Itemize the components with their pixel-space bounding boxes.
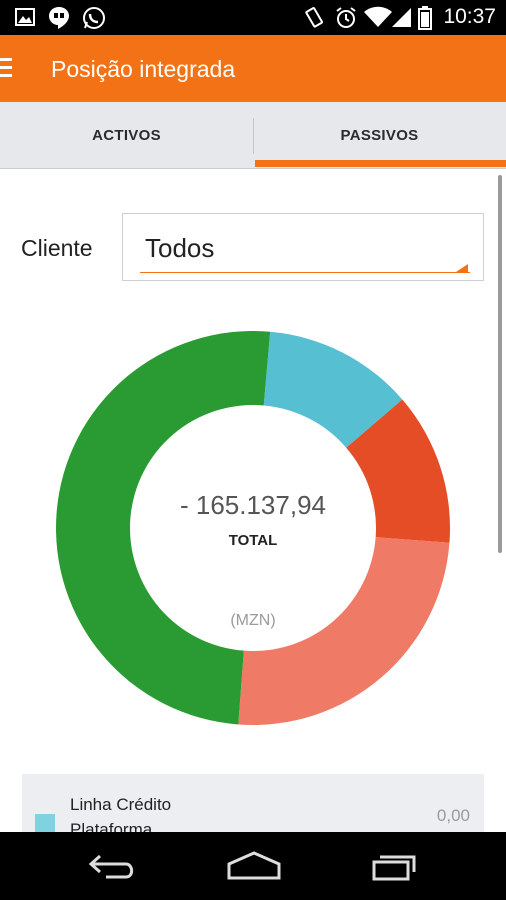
donut-segment-3[interactable] — [238, 537, 450, 725]
recents-icon[interactable] — [370, 850, 418, 882]
wifi-icon — [364, 6, 392, 27]
dropdown-arrow-icon — [456, 264, 468, 272]
navigation-bar — [0, 832, 506, 900]
back-icon[interactable] — [88, 850, 138, 882]
tab-passivos[interactable]: PASSIVOS — [253, 102, 506, 169]
whatsapp-icon — [83, 7, 105, 29]
signal-icon — [392, 8, 411, 27]
status-clock: 10:37 — [443, 5, 496, 28]
donut-chart — [55, 330, 450, 725]
cliente-label: Cliente — [21, 235, 93, 261]
app-bar: Posição integrada — [0, 35, 506, 102]
tab-activos[interactable]: ACTIVOS — [0, 102, 253, 169]
cliente-dropdown-value: Todos — [145, 233, 215, 263]
donut-segment-4[interactable] — [55, 330, 271, 725]
alarm-icon — [336, 7, 356, 28]
legend-label: Linha Crédito Plataforma — [70, 795, 172, 832]
tab-bar: ACTIVOS PASSIVOS — [0, 102, 506, 169]
legend-item[interactable]: Linha Crédito Plataforma 0,00 — [22, 774, 484, 832]
total-value: - 165.137,94 — [179, 490, 326, 520]
page-title: Posição integrada — [51, 56, 236, 82]
currency-label: (MZN) — [230, 612, 276, 629]
menu-icon[interactable] — [0, 58, 16, 80]
cliente-dropdown[interactable]: Todos — [122, 213, 484, 281]
total-label: TOTAL — [228, 532, 278, 549]
status-bar: 10:37 — [0, 0, 506, 35]
legend-value: 0,00 — [436, 806, 470, 825]
vibrate-icon — [305, 7, 323, 28]
battery-icon — [418, 6, 432, 30]
legend-swatch — [35, 814, 55, 832]
home-icon[interactable] — [226, 850, 282, 882]
dropdown-underline — [140, 272, 470, 273]
tab-indicator — [255, 160, 506, 167]
hangouts-icon — [49, 7, 69, 29]
image-icon — [15, 8, 35, 26]
